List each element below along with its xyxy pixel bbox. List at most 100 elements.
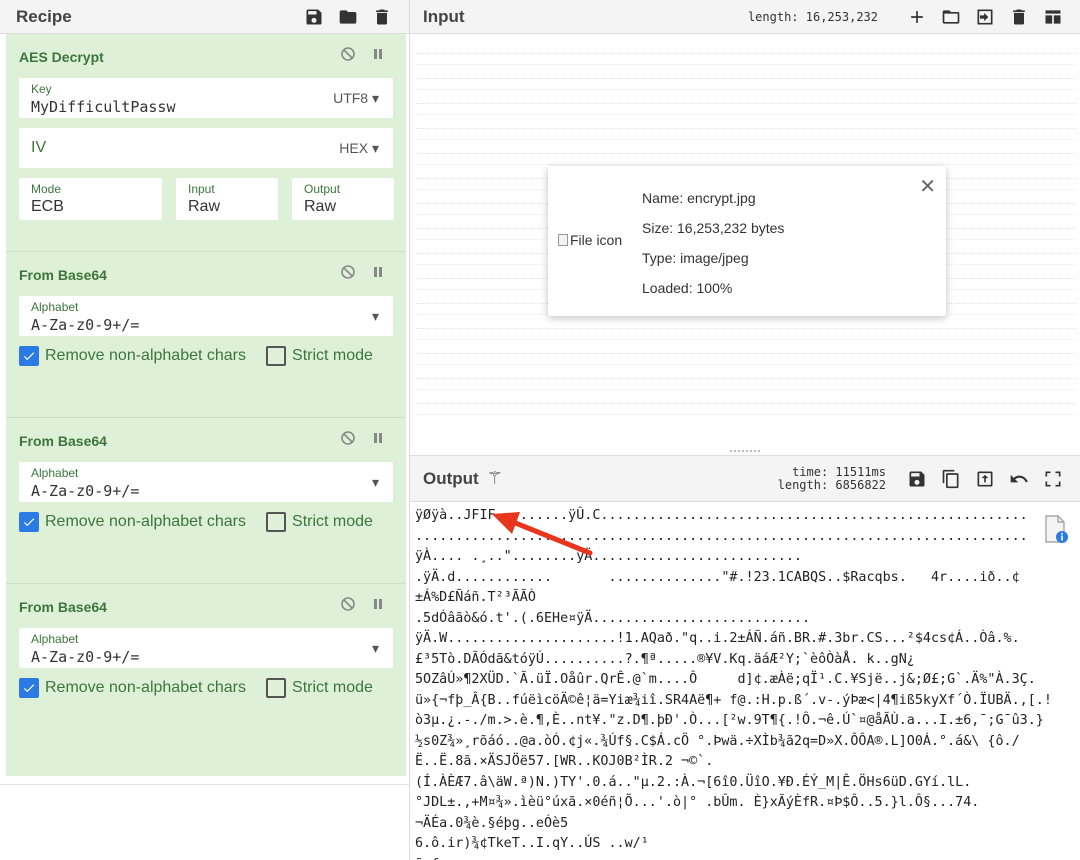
output-text[interactable]: ÿØÿà..JFIF.........ÿÛ.C.................… [415, 506, 1080, 860]
strict-mode-checkbox[interactable]: Strict mode [266, 512, 373, 532]
pause-icon[interactable] [370, 46, 386, 62]
alphabet-label: Alphabet [31, 300, 79, 314]
clear-input-icon[interactable] [1008, 6, 1030, 28]
strict-mode-label: Strict mode [292, 513, 373, 530]
remove-non-alphabet-label: Remove non-alphabet chars [45, 679, 247, 696]
alphabet-dropdown[interactable]: Alphabet A-Za-z0-9+/= ▾ [19, 628, 393, 668]
operation-title: From Base64 [19, 267, 107, 283]
output-line: ±Á%D£Ñáñ.T²³ÃÃÒ [415, 590, 536, 605]
output-header: Output ⚚ time: 11511ms length: 6856822 [410, 456, 1080, 502]
close-icon[interactable]: ✕ [919, 174, 936, 199]
mode-label: Mode [31, 182, 62, 196]
save-icon[interactable] [303, 6, 325, 28]
output-line: £³5Tò.DÃÓdã&tóÿÚ..........?.¶ª.....®¥V.K… [415, 651, 915, 667]
disable-icon[interactable] [340, 264, 356, 280]
undo-icon[interactable] [1008, 468, 1030, 490]
output-time: time: 11511ms [792, 464, 886, 479]
operation-from-base64[interactable]: From Base64 Alphabet A-Za-z0-9+/= ▾ Remo… [6, 584, 406, 776]
magic-wand-icon[interactable]: ⚚ [487, 468, 503, 489]
key-label: Key [31, 82, 52, 96]
output-format-label: Output [304, 182, 341, 196]
iv-encoding-dropdown[interactable]: HEX ▾ [339, 140, 379, 157]
key-value[interactable]: MyDifficultPassw [31, 96, 381, 118]
output-line: ò3µ.¿.-./m.>.è.¶,È..nt¥."z.D¶.þÐ'.Ò...[²… [415, 713, 1044, 728]
copy-icon[interactable] [940, 468, 962, 490]
remove-non-alphabet-checkbox[interactable]: Remove non-alphabet chars [19, 346, 246, 366]
input-format-label: Input [188, 182, 215, 196]
checkbox-checked-icon [19, 346, 39, 366]
file-info-icon[interactable] [1040, 514, 1070, 544]
input-length: length: 16,253,232 [747, 9, 878, 24]
file-details-card: File icon Name: encrypt.jpg Size: 16,253… [548, 166, 946, 316]
caret-down-icon: ▾ [368, 90, 379, 106]
caret-down-icon[interactable]: ▾ [372, 640, 379, 657]
caret-down-icon[interactable]: ▾ [372, 474, 379, 491]
file-type: Type: image/jpeg [642, 250, 749, 266]
key-encoding-dropdown[interactable]: UTF8 ▾ [333, 90, 379, 107]
pause-icon[interactable] [370, 430, 386, 446]
remove-non-alphabet-checkbox[interactable]: Remove non-alphabet chars [19, 678, 246, 698]
strict-mode-label: Strict mode [292, 679, 373, 696]
operation-title: From Base64 [19, 599, 107, 615]
strict-mode-label: Strict mode [292, 347, 373, 364]
annotation-arrow-icon [492, 512, 593, 556]
recipe-bottom-bar [0, 784, 409, 860]
output-line: ã«f [415, 855, 1080, 860]
pause-icon[interactable] [370, 264, 386, 280]
alphabet-value: A-Za-z0-9+/= [31, 316, 140, 334]
open-file-icon[interactable] [974, 6, 996, 28]
alphabet-dropdown[interactable]: Alphabet A-Za-z0-9+/= ▾ [19, 462, 393, 502]
alphabet-dropdown[interactable]: Alphabet A-Za-z0-9+/= ▾ [19, 296, 393, 336]
output-line: 6.ô.ir)¾¢TkeT..I.qY..ÚS ..w/¹ [415, 836, 649, 851]
iv-encoding: HEX [339, 140, 369, 156]
output-line: °JDL±.,+M¤¾».ìèü°úxã.×0éñ¦Õ...'.ò|° .bÛm… [415, 795, 980, 810]
strict-mode-checkbox[interactable]: Strict mode [266, 346, 373, 366]
file-name: Name: encrypt.jpg [642, 190, 756, 206]
remove-non-alphabet-checkbox[interactable]: Remove non-alphabet chars [19, 512, 246, 532]
output-line: ½s0Z¾»¸rõáó..@a.òÓ.¢j«.¾Úf§.C$Á.cÖ °.Þwä… [415, 733, 1020, 749]
replace-input-icon[interactable] [974, 468, 996, 490]
resize-handle[interactable] [730, 450, 760, 454]
mode-value: ECB [31, 198, 64, 215]
disable-icon[interactable] [340, 430, 356, 446]
save-output-icon[interactable] [906, 468, 928, 490]
open-folder-icon[interactable] [940, 6, 962, 28]
folder-icon[interactable] [337, 6, 359, 28]
caret-down-icon[interactable]: ▾ [372, 308, 379, 325]
output-format-value: Raw [304, 198, 337, 215]
operation-aes-decrypt[interactable]: AES Decrypt Key MyDifficultPassw UTF8 ▾ … [6, 34, 406, 252]
recipe-header: Recipe [0, 0, 409, 34]
output-line: 5OZâÚ»¶2XÜD.`Ã.üÏ.Oåûr.QrÊ.@`m....Ô d]¢.… [415, 672, 1036, 687]
recipe-title: Recipe [16, 6, 72, 26]
checkbox-checked-icon [19, 678, 39, 698]
add-tab-icon[interactable] [906, 6, 928, 28]
checkbox-unchecked-icon [266, 512, 287, 532]
mode-field[interactable]: Mode ECB [19, 178, 162, 220]
output-line: Ë..Ë.8ã.×ÄSJÖë57.[WR..KOJ0B²ÌR.2 ¬©`. [415, 754, 714, 769]
file-icon-alt-text: File icon [570, 232, 623, 248]
cyberchef-window: Recipe AES Decrypt Key MyDifficultPassw … [0, 0, 1080, 860]
strict-mode-checkbox[interactable]: Strict mode [266, 678, 373, 698]
file-icon: File icon [558, 232, 622, 248]
key-field[interactable]: Key MyDifficultPassw UTF8 ▾ [19, 78, 393, 118]
output-format-field[interactable]: Output Raw [292, 178, 394, 220]
alphabet-label: Alphabet [31, 466, 79, 480]
iv-label: IV [31, 139, 47, 156]
input-format-value: Raw [188, 198, 221, 215]
output-title: Output [423, 468, 479, 488]
disable-icon[interactable] [340, 46, 356, 62]
iv-field[interactable]: IV HEX ▾ [19, 128, 393, 168]
operation-from-base64[interactable]: From Base64 Alphabet A-Za-z0-9+/= ▾ Remo… [6, 418, 406, 584]
input-title: Input [423, 6, 465, 26]
trash-icon[interactable] [371, 6, 393, 28]
disable-icon[interactable] [340, 596, 356, 612]
operation-from-base64[interactable]: From Base64 Alphabet A-Za-z0-9+/= ▾ Remo… [6, 252, 406, 418]
alphabet-value: A-Za-z0-9+/= [31, 482, 140, 500]
layout-icon[interactable] [1042, 6, 1064, 28]
maximize-icon[interactable] [1042, 468, 1064, 490]
output-line: ÿÄ.W.....................!1.AQað."q..i.2… [415, 631, 1020, 646]
input-format-field[interactable]: Input Raw [176, 178, 278, 220]
alphabet-label: Alphabet [31, 632, 79, 646]
pause-icon[interactable] [370, 596, 386, 612]
input-panel: Input length: 16,253,232 File icon Name:… [410, 0, 1080, 455]
